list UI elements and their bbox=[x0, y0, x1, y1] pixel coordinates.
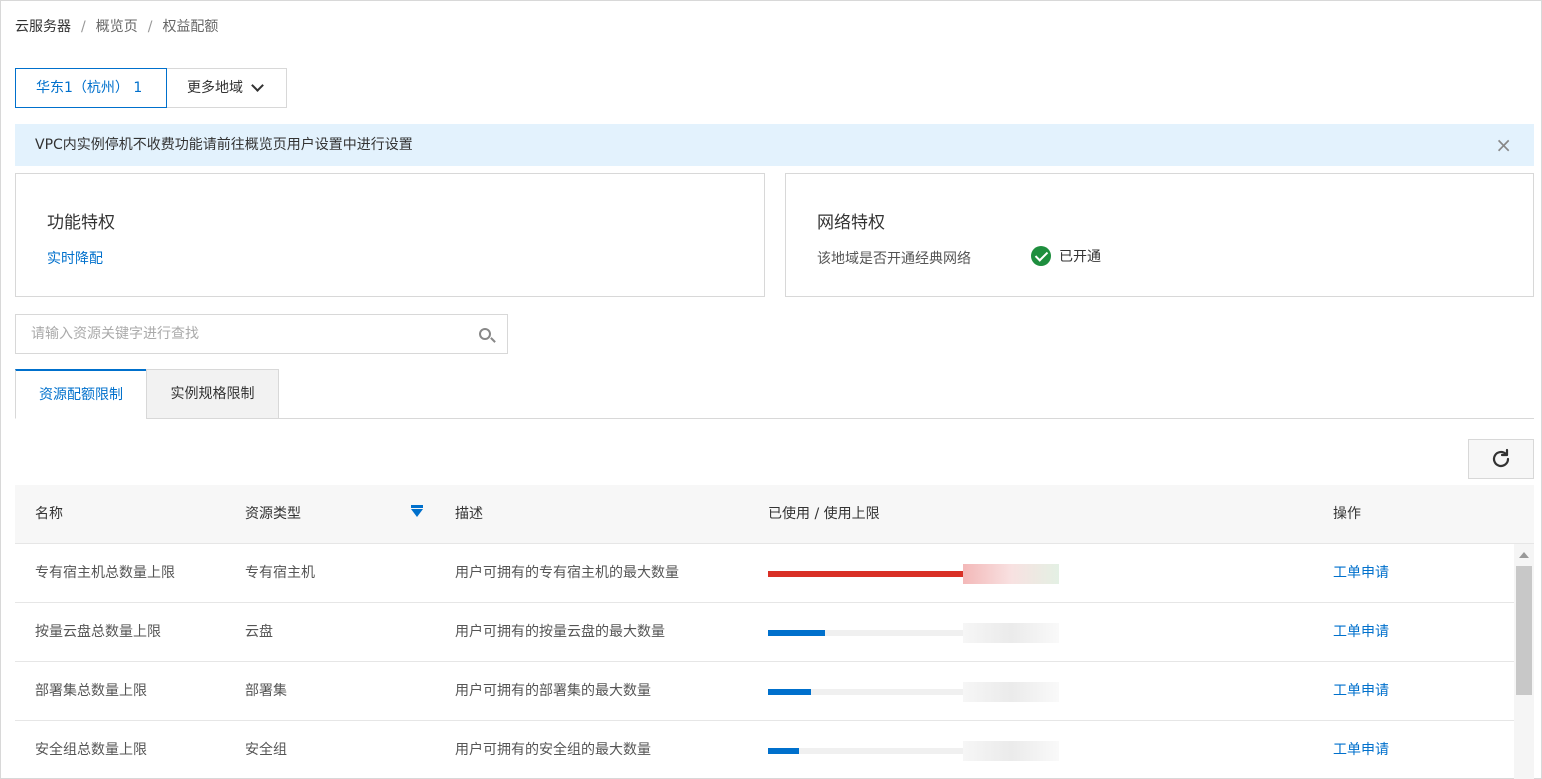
row-name: 专有宿主机总数量上限 bbox=[35, 565, 175, 581]
more-regions-dropdown[interactable]: 更多地域 bbox=[167, 68, 287, 108]
usage-bar bbox=[768, 748, 963, 754]
network-privilege-title: 网络特权 bbox=[817, 213, 885, 233]
scrollbar-thumb[interactable] bbox=[1516, 566, 1532, 695]
row-name: 部署集总数量上限 bbox=[35, 683, 147, 699]
table-row: 按量云盘总数量上限 云盘 用户可拥有的按量云盘的最大数量 工单申请 bbox=[15, 603, 1534, 662]
row-type: 部署集 bbox=[245, 683, 287, 699]
breadcrumb-separator: / bbox=[147, 19, 153, 35]
table-scrollbar[interactable] bbox=[1514, 544, 1534, 779]
breadcrumb-item-overview[interactable]: 概览页 bbox=[96, 16, 138, 36]
row-description: 用户可拥有的部署集的最大数量 bbox=[455, 683, 651, 699]
header-description: 描述 bbox=[455, 506, 483, 522]
header-name: 名称 bbox=[35, 506, 63, 522]
usage-bar-fill bbox=[768, 748, 800, 754]
table-row: 部署集总数量上限 部署集 用户可拥有的部署集的最大数量 工单申请 bbox=[15, 662, 1534, 721]
breadcrumb-separator: / bbox=[81, 19, 86, 35]
usage-bar-fill bbox=[768, 689, 811, 695]
usage-bar bbox=[768, 571, 963, 577]
scroll-up-icon[interactable] bbox=[1519, 552, 1529, 558]
status-text: 已开通 bbox=[1059, 249, 1101, 265]
region-selector: 华东1（杭州） 1 更多地域 bbox=[15, 68, 287, 108]
region-tab-hangzhou[interactable]: 华东1（杭州） 1 bbox=[15, 68, 167, 108]
status-badge: 已开通 bbox=[1031, 246, 1101, 266]
quota-tabs: 资源配额限制 实例规格限制 bbox=[15, 369, 1534, 419]
header-usage: 已使用 / 使用上限 bbox=[768, 506, 880, 522]
search-input[interactable] bbox=[16, 315, 456, 353]
row-type: 专有宿主机 bbox=[245, 565, 315, 581]
classic-network-question: 该地域是否开通经典网络 bbox=[817, 251, 971, 267]
usage-bar bbox=[768, 689, 963, 695]
header-action: 操作 bbox=[1333, 506, 1361, 522]
row-name: 按量云盘总数量上限 bbox=[35, 624, 161, 640]
notice-banner: VPC内实例停机不收费功能请前往概览页用户设置中进行设置 × bbox=[15, 124, 1534, 166]
usage-bar bbox=[768, 630, 963, 636]
table-header: 名称 资源类型 描述 已使用 / 使用上限 操作 bbox=[15, 485, 1534, 544]
network-privilege-card: 网络特权 该地域是否开通经典网络 已开通 bbox=[785, 173, 1534, 297]
usage-value-redacted bbox=[963, 564, 1059, 584]
filter-icon[interactable] bbox=[411, 505, 423, 517]
row-description: 用户可拥有的专有宿主机的最大数量 bbox=[455, 565, 679, 581]
ticket-apply-link[interactable]: 工单申请 bbox=[1333, 721, 1389, 779]
row-description: 用户可拥有的安全组的最大数量 bbox=[455, 742, 651, 758]
quota-table: 名称 资源类型 描述 已使用 / 使用上限 操作 专有宿主机总数量上限 专有宿主… bbox=[15, 485, 1534, 779]
table-row: 专有宿主机总数量上限 专有宿主机 用户可拥有的专有宿主机的最大数量 工单申请 bbox=[15, 544, 1534, 603]
feature-privilege-title: 功能特权 bbox=[47, 213, 115, 233]
more-regions-label: 更多地域 bbox=[187, 80, 243, 96]
usage-bar-fill bbox=[768, 630, 825, 636]
close-icon[interactable]: × bbox=[1495, 124, 1512, 166]
ticket-apply-link[interactable]: 工单申请 bbox=[1333, 544, 1389, 603]
tab-instance-spec-limit[interactable]: 实例规格限制 bbox=[146, 369, 279, 419]
ticket-apply-link[interactable]: 工单申请 bbox=[1333, 603, 1389, 662]
search-icon[interactable] bbox=[479, 328, 491, 340]
header-resource-type: 资源类型 bbox=[245, 506, 301, 522]
feature-privilege-card: 功能特权 实时降配 bbox=[15, 173, 765, 297]
row-description: 用户可拥有的按量云盘的最大数量 bbox=[455, 624, 665, 640]
refresh-icon bbox=[1492, 448, 1510, 468]
breadcrumb-item-quota: 权益配额 bbox=[162, 19, 219, 35]
row-type: 云盘 bbox=[245, 624, 273, 640]
resource-search bbox=[15, 314, 508, 354]
usage-bar-fill bbox=[768, 571, 963, 577]
breadcrumb-item-ecs[interactable]: 云服务器 bbox=[15, 16, 71, 36]
breadcrumb: 云服务器 / 概览页 / 权益配额 bbox=[15, 16, 218, 36]
usage-value-redacted bbox=[963, 741, 1059, 761]
refresh-button[interactable] bbox=[1468, 439, 1534, 479]
row-type: 安全组 bbox=[245, 742, 287, 758]
chevron-down-icon bbox=[251, 79, 264, 92]
check-circle-icon bbox=[1031, 246, 1051, 266]
usage-value-redacted bbox=[963, 623, 1059, 643]
usage-value-redacted bbox=[963, 682, 1059, 702]
tab-resource-quota[interactable]: 资源配额限制 bbox=[15, 369, 147, 419]
ticket-apply-link[interactable]: 工单申请 bbox=[1333, 662, 1389, 721]
row-name: 安全组总数量上限 bbox=[35, 742, 147, 758]
table-row: 安全组总数量上限 安全组 用户可拥有的安全组的最大数量 工单申请 bbox=[15, 721, 1534, 779]
notice-text: VPC内实例停机不收费功能请前往概览页用户设置中进行设置 bbox=[35, 137, 413, 153]
realtime-downgrade-link[interactable]: 实时降配 bbox=[47, 248, 103, 268]
